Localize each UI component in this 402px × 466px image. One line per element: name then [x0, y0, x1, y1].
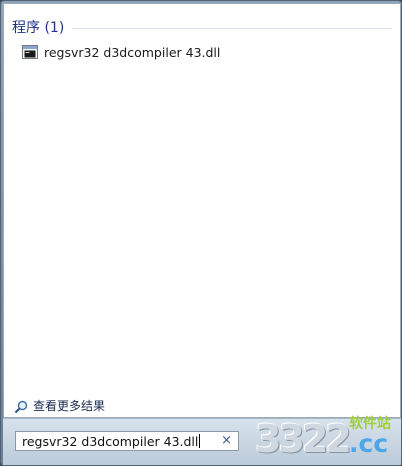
- watermark-suffix: .cc: [349, 429, 389, 458]
- section-title: 程序 (1): [12, 20, 65, 36]
- result-item[interactable]: regsvr32 d3dcompiler 43.dll: [22, 42, 220, 62]
- text-caret: [199, 434, 201, 448]
- console-window-icon: [22, 45, 38, 59]
- search-icon: [14, 399, 28, 413]
- section-header-programs: 程序 (1): [12, 17, 392, 37]
- search-input-value: regsvr32 d3dcompiler 43.dll: [22, 433, 199, 449]
- see-more-results-link[interactable]: 查看更多结果: [14, 397, 105, 414]
- section-divider: [72, 27, 392, 29]
- watermark-number: 3322: [255, 417, 352, 461]
- search-results-panel: 程序 (1) regsvr32 d3dcompiler 43.dll 查看更多结…: [3, 3, 401, 418]
- clear-search-button[interactable]: ×: [221, 433, 232, 449]
- watermark-logo: 3322 软件站 .cc: [253, 409, 399, 463]
- see-more-label: 查看更多结果: [33, 399, 106, 413]
- start-menu-window: 程序 (1) regsvr32 d3dcompiler 43.dll 查看更多结…: [0, 0, 402, 466]
- result-item-label: regsvr32 d3dcompiler 43.dll: [44, 44, 221, 60]
- search-input[interactable]: regsvr32 d3dcompiler 43.dll ×: [15, 431, 239, 451]
